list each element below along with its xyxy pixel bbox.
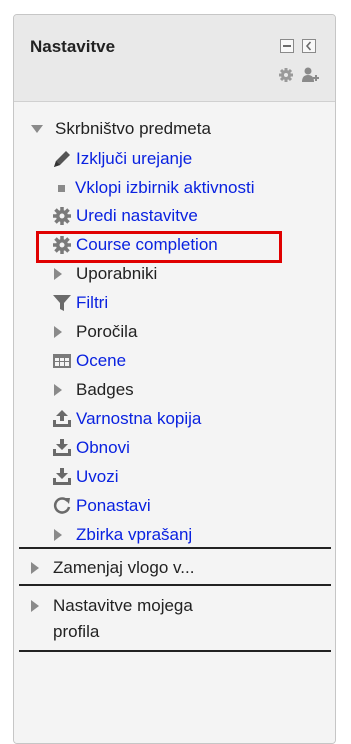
reports-label: Poročila bbox=[76, 322, 138, 341]
settings-block: Nastavitve Skrbništvo predmeta Izključi … bbox=[13, 14, 336, 744]
backup-link[interactable]: Varnostna kopija bbox=[52, 404, 201, 434]
question-bank-node[interactable]: Zbirka vprašanj bbox=[54, 520, 192, 550]
profile-settings-label-continuation: profila bbox=[53, 622, 100, 641]
bullet-icon bbox=[58, 184, 65, 192]
activity-chooser-link[interactable]: Vklopi izbirnik aktivnosti bbox=[52, 173, 255, 203]
collapsed-arrow-icon bbox=[54, 529, 62, 541]
users-node[interactable]: Uporabniki bbox=[54, 259, 157, 289]
badges-node[interactable]: Badges bbox=[54, 375, 134, 405]
minimize-icon[interactable] bbox=[280, 39, 294, 53]
collapsed-arrow-icon bbox=[31, 600, 39, 612]
block-header: Nastavitve bbox=[14, 15, 335, 102]
dock-icon[interactable] bbox=[302, 39, 316, 53]
import-label[interactable]: Uvozi bbox=[76, 467, 119, 487]
edit-settings-link[interactable]: Uredi nastavitve bbox=[52, 201, 198, 231]
divider bbox=[19, 547, 331, 549]
grades-label[interactable]: Ocene bbox=[76, 351, 126, 371]
restore-link[interactable]: Obnovi bbox=[52, 433, 130, 463]
course-admin-label: Skrbništvo predmeta bbox=[55, 119, 211, 138]
gear-icon bbox=[52, 206, 72, 226]
grades-link[interactable]: Ocene bbox=[52, 346, 126, 376]
reports-node[interactable]: Poročila bbox=[54, 317, 137, 347]
collapsed-arrow-icon bbox=[54, 268, 62, 280]
collapsed-arrow-icon bbox=[54, 384, 62, 396]
download-icon bbox=[52, 438, 72, 458]
profile-settings-label: Nastavitve mojega bbox=[53, 596, 193, 615]
collapsed-arrow-icon bbox=[54, 326, 62, 338]
turn-editing-off-link[interactable]: Izključi urejanje bbox=[52, 144, 192, 174]
table-icon bbox=[52, 351, 72, 371]
import-link[interactable]: Uvozi bbox=[52, 462, 119, 492]
users-label: Uporabniki bbox=[76, 264, 158, 283]
gear-icon[interactable] bbox=[278, 67, 294, 83]
turn-editing-off-label[interactable]: Izključi urejanje bbox=[76, 149, 192, 169]
backup-label[interactable]: Varnostna kopija bbox=[76, 409, 201, 429]
reset-icon bbox=[52, 496, 72, 516]
divider bbox=[19, 650, 331, 652]
filters-link[interactable]: Filtri bbox=[52, 288, 108, 318]
edit-settings-highlight bbox=[36, 231, 282, 263]
upload-icon bbox=[52, 409, 72, 429]
filters-label[interactable]: Filtri bbox=[76, 293, 108, 313]
switch-role-label: Zamenjaj vlogo v... bbox=[53, 558, 195, 577]
question-bank-label[interactable]: Zbirka vprašanj bbox=[76, 525, 192, 545]
profile-settings-label-line2: profila bbox=[53, 617, 99, 647]
restore-label[interactable]: Obnovi bbox=[76, 438, 130, 458]
edit-settings-label[interactable]: Uredi nastavitve bbox=[76, 206, 198, 226]
expanded-arrow-icon bbox=[31, 125, 43, 133]
user-add-icon[interactable] bbox=[301, 66, 319, 84]
pencil-icon bbox=[52, 149, 72, 169]
reset-label[interactable]: Ponastavi bbox=[76, 496, 151, 516]
collapsed-arrow-icon bbox=[31, 562, 39, 574]
filter-icon bbox=[52, 293, 72, 313]
download-icon bbox=[52, 467, 72, 487]
divider bbox=[19, 584, 331, 586]
switch-role-node[interactable]: Zamenjaj vlogo v... bbox=[31, 553, 194, 583]
block-title: Nastavitve bbox=[30, 37, 116, 56]
activity-chooser-label[interactable]: Vklopi izbirnik aktivnosti bbox=[75, 178, 255, 198]
course-admin-node[interactable]: Skrbništvo predmeta bbox=[31, 114, 211, 144]
reset-link[interactable]: Ponastavi bbox=[52, 491, 151, 521]
badges-label: Badges bbox=[76, 380, 134, 399]
